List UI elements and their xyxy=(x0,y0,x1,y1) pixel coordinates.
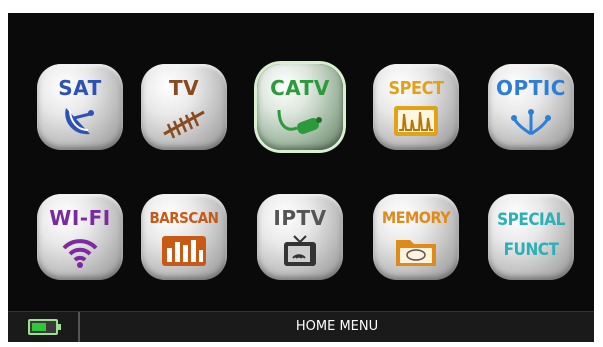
barscan-icon xyxy=(141,234,227,274)
sat-button[interactable]: SAT xyxy=(37,64,123,150)
satellite-dish-icon xyxy=(37,104,123,144)
wifi-icon xyxy=(37,234,123,274)
sat-label: SAT xyxy=(58,76,102,100)
coax-cable-icon xyxy=(257,104,343,144)
optic-button[interactable]: OPTIC xyxy=(488,64,574,150)
memory-label: MEMORY xyxy=(381,208,451,227)
battery-icon xyxy=(28,319,61,335)
memory-button[interactable]: MEMORY xyxy=(373,194,459,280)
catv-label: CATV xyxy=(270,76,330,100)
memory-folder-icon xyxy=(373,234,459,274)
screen xyxy=(8,13,594,341)
iptv-icon xyxy=(257,234,343,274)
page-title: HOME MENU xyxy=(295,319,379,334)
barscan-button[interactable]: BARSCAN xyxy=(141,194,227,280)
iptv-button[interactable]: IPTV xyxy=(257,194,343,280)
iptv-label: IPTV xyxy=(273,206,327,230)
special-label: SPECIAL xyxy=(497,210,565,230)
barscan-label: BARSCAN xyxy=(149,209,219,227)
catv-button[interactable]: CATV xyxy=(257,64,343,150)
battery-level-fill xyxy=(32,323,46,331)
spect-label: SPECT xyxy=(388,78,444,99)
tv-button[interactable]: TV xyxy=(141,64,227,150)
spect-button[interactable]: SPECT xyxy=(373,64,459,150)
optical-fiber-icon xyxy=(488,104,574,144)
special-funct-button[interactable]: SPECIAL FUNCT xyxy=(488,194,574,280)
tv-label: TV xyxy=(168,76,200,100)
wifi-label: WI-FI xyxy=(49,206,111,230)
spectrum-icon xyxy=(373,104,459,144)
wifi-button[interactable]: WI-FI xyxy=(37,194,123,280)
status-bar: HOME MENU xyxy=(8,311,594,342)
tv-antenna-icon xyxy=(141,104,227,144)
optic-label: OPTIC xyxy=(496,76,566,100)
funct-label: FUNCT xyxy=(503,240,559,260)
